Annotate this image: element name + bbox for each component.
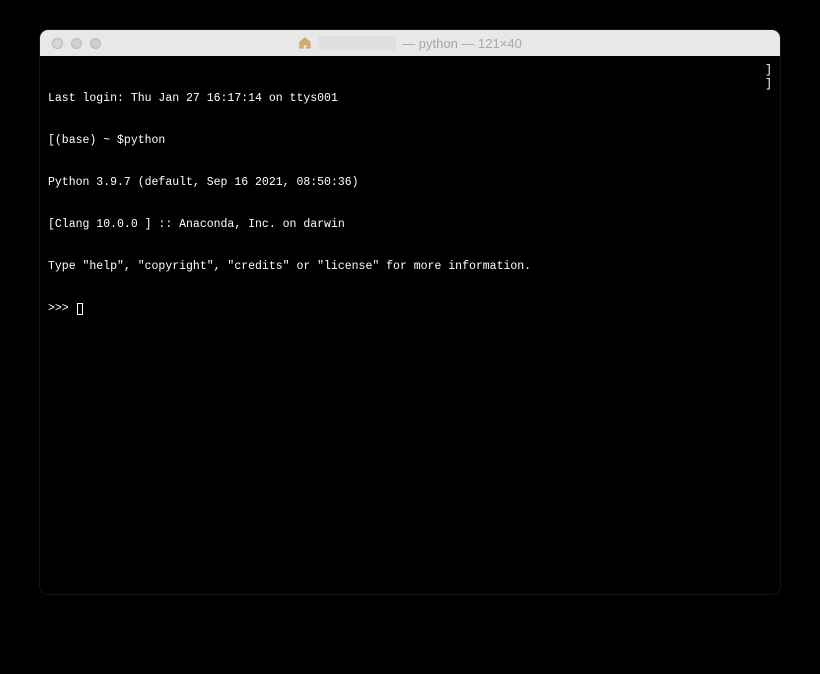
- title-suffix: — python — 121×40: [402, 36, 522, 51]
- bracket: [: [48, 134, 55, 147]
- window-title: — python — 121×40: [40, 30, 780, 56]
- minimize-button[interactable]: [71, 38, 82, 49]
- titlebar[interactable]: — python — 121×40: [40, 30, 780, 56]
- terminal-line: [(base) ~ $python: [48, 134, 772, 148]
- repl-prompt: >>>: [48, 302, 76, 316]
- bracket: ]: [765, 78, 772, 92]
- terminal-line: Last login: Thu Jan 27 16:17:14 on ttys0…: [48, 92, 772, 106]
- terminal-line: Type "help", "copyright", "credits" or "…: [48, 260, 772, 274]
- repl-prompt-line: >>>: [48, 302, 772, 316]
- prompt-text: (base) ~ $python: [55, 134, 165, 147]
- terminal-window: — python — 121×40 Last login: Thu Jan 27…: [40, 30, 780, 594]
- cursor: [77, 303, 83, 315]
- traffic-lights: [40, 38, 101, 49]
- bracket: ]: [765, 64, 772, 78]
- zoom-button[interactable]: [90, 38, 101, 49]
- terminal-line: Python 3.9.7 (default, Sep 16 2021, 08:5…: [48, 176, 772, 190]
- close-button[interactable]: [52, 38, 63, 49]
- terminal-content[interactable]: Last login: Thu Jan 27 16:17:14 on ttys0…: [40, 56, 780, 594]
- terminal-line: [Clang 10.0.0 ] :: Anaconda, Inc. on dar…: [48, 218, 772, 232]
- title-user-dir: [318, 36, 396, 50]
- home-icon: [298, 36, 312, 50]
